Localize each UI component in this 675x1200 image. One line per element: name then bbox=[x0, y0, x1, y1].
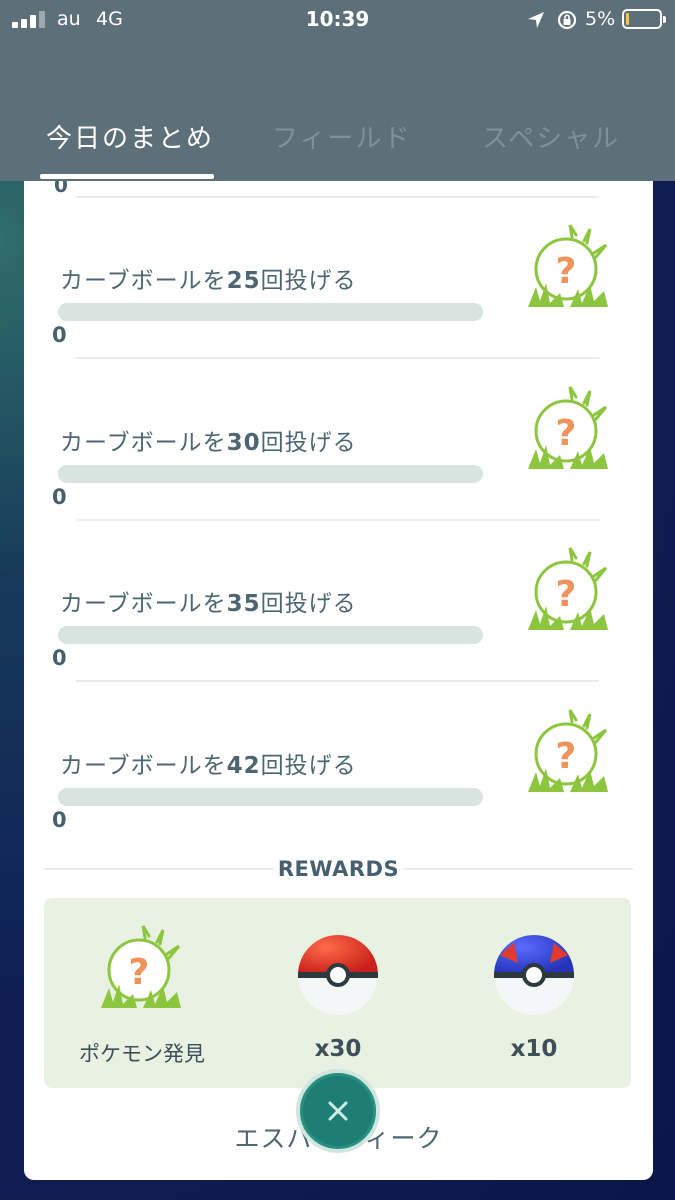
divider bbox=[76, 680, 599, 682]
rotation-lock-icon bbox=[557, 10, 577, 30]
task-title: カーブボールを30回投げる bbox=[60, 430, 357, 456]
previous-task-progress-count: 0 bbox=[54, 181, 68, 197]
tab-today-summary[interactable]: 今日のまとめ bbox=[46, 118, 214, 155]
task-title: カーブボールを25回投げる bbox=[60, 268, 357, 294]
task-progress-count: 0 bbox=[52, 646, 67, 670]
task-progress-count: 0 bbox=[52, 808, 67, 832]
location-arrow-icon bbox=[528, 12, 544, 28]
battery-percentage: 5% bbox=[585, 8, 616, 30]
divider bbox=[76, 519, 599, 521]
task-title: カーブボールを35回投げる bbox=[60, 591, 357, 617]
task-progress-bar bbox=[58, 626, 483, 644]
svg-text:?: ? bbox=[129, 952, 150, 993]
rewards-panel: ? ポケモン発見 x30 x10 bbox=[44, 898, 631, 1088]
task-title: カーブボールを42回投げる bbox=[60, 753, 357, 779]
mystery-pokemon-icon: ? bbox=[528, 386, 608, 469]
research-card: 0 カーブボールを25回投げる 0 ? カーブボールを30回投げる 0 ? カー… bbox=[24, 181, 653, 1180]
svg-text:?: ? bbox=[556, 413, 577, 454]
tab-field[interactable]: フィールド bbox=[272, 118, 411, 155]
divider bbox=[403, 868, 633, 870]
mystery-pokemon-icon: ? bbox=[528, 709, 608, 792]
great-ball-icon bbox=[494, 935, 574, 1015]
active-tab-indicator bbox=[40, 174, 214, 179]
rewards-header: REWARDS bbox=[44, 854, 633, 884]
task-progress-bar bbox=[58, 465, 483, 483]
divider bbox=[76, 357, 599, 359]
divider bbox=[76, 196, 599, 198]
poke-ball-icon bbox=[298, 935, 378, 1015]
reward-item-encounter[interactable]: ? ポケモン発見 bbox=[44, 898, 240, 1088]
battery-icon bbox=[622, 9, 666, 29]
task-progress-bar bbox=[58, 788, 483, 806]
task-progress-count: 0 bbox=[52, 323, 67, 347]
mystery-pokemon-icon: ? bbox=[101, 925, 181, 1008]
task-progress-bar bbox=[58, 303, 483, 321]
svg-text:?: ? bbox=[556, 736, 577, 777]
mystery-pokemon-icon: ? bbox=[528, 224, 608, 307]
tab-bar: 今日のまとめ フィールド スペシャル bbox=[0, 110, 675, 181]
reward-item-great-ball[interactable]: x10 bbox=[436, 898, 632, 1088]
reward-label: ポケモン発見 bbox=[79, 1042, 205, 1066]
task-progress-count: 0 bbox=[52, 485, 67, 509]
close-icon bbox=[328, 1101, 348, 1121]
status-bar: au 4G 10:39 5% bbox=[0, 0, 675, 40]
reward-item-poke-ball[interactable]: x30 bbox=[240, 898, 436, 1088]
reward-quantity: x10 bbox=[510, 1036, 558, 1062]
tab-special[interactable]: スペシャル bbox=[482, 118, 620, 155]
svg-text:?: ? bbox=[556, 251, 577, 292]
reward-quantity: x30 bbox=[314, 1036, 362, 1062]
app-header: au 4G 10:39 5% 今日のまとめ フィールド スペシャル bbox=[0, 0, 675, 181]
mystery-pokemon-icon: ? bbox=[528, 547, 608, 630]
svg-text:?: ? bbox=[556, 574, 577, 615]
close-button[interactable] bbox=[296, 1069, 380, 1153]
